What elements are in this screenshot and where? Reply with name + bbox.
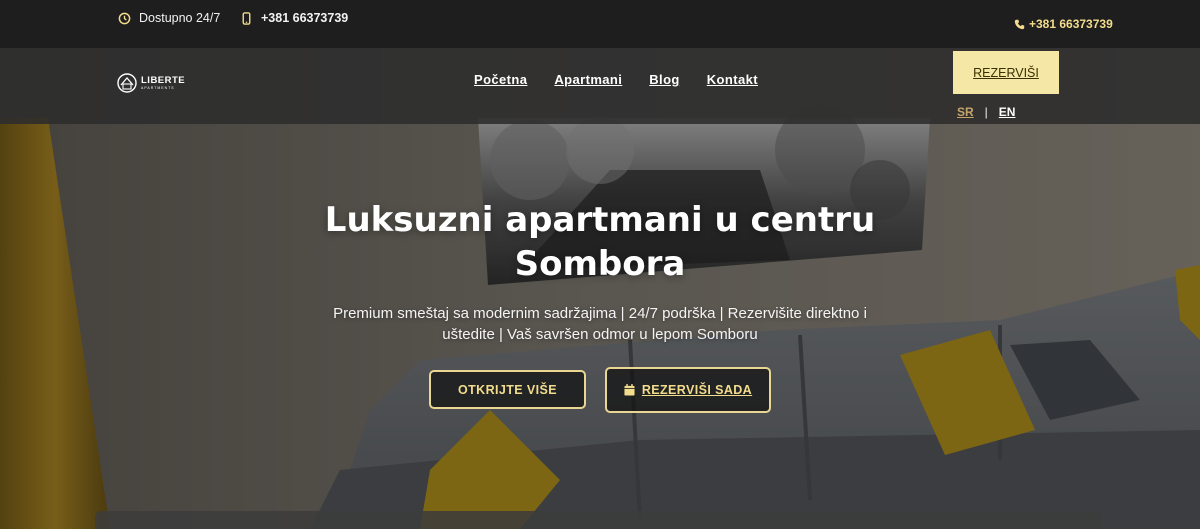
hero-title: Luksuzni apartmani u centru Sombora	[320, 198, 880, 286]
nav-link-apartments[interactable]: Apartmani	[554, 72, 622, 87]
phone-link-left[interactable]: +381 66373739	[240, 11, 348, 25]
main-navbar: LIBERTE APARTMENTS Početna Apartmani Blo…	[0, 48, 1200, 124]
top-info-bar: Dostupno 24/7 +381 66373739 +381 6637373…	[0, 0, 1200, 48]
site-logo[interactable]: LIBERTE APARTMENTS	[117, 73, 185, 93]
clock-icon	[118, 12, 131, 24]
discover-more-button[interactable]: OTKRIJTE VIŠE	[429, 370, 586, 409]
phone-icon	[1014, 19, 1025, 29]
book-now-button[interactable]: REZERVIŠI SADA	[605, 367, 771, 413]
logo-subtext: APARTMENTS	[141, 86, 175, 90]
lang-separator: |	[984, 105, 988, 119]
discover-more-label: OTKRIJTE VIŠE	[458, 382, 557, 397]
calendar-icon	[624, 384, 635, 396]
nav-link-home[interactable]: Početna	[474, 72, 527, 87]
phone-number-right[interactable]: +381 66373739	[1029, 17, 1113, 31]
lang-en-link[interactable]: EN	[999, 105, 1016, 119]
hero-subtitle-line1: Premium smeštaj sa modernim sadržajima |…	[333, 305, 867, 322]
reserve-button[interactable]: REZERVIŠI	[953, 51, 1059, 94]
phone-number-left[interactable]: +381 66373739	[261, 11, 348, 25]
lang-sr-link[interactable]: SR	[957, 105, 974, 119]
hero-title-line1: Luksuzni apartmani u centru	[324, 200, 876, 240]
nav-menu: Početna Apartmani Blog Kontakt	[474, 72, 758, 87]
language-switcher: SR | EN	[957, 105, 1015, 119]
booking-panel-edge	[95, 511, 1102, 529]
nav-link-blog[interactable]: Blog	[649, 72, 679, 87]
hero-subtitle: Premium smeštaj sa modernim sadržajima |…	[330, 303, 870, 345]
mobile-phone-icon	[242, 11, 251, 25]
availability-text: Dostupno 24/7	[139, 11, 221, 25]
hero-subtitle-line2: uštedite | Vaš savršen odmor u lepom Som…	[442, 326, 758, 343]
phone-link-right[interactable]: +381 66373739	[1014, 17, 1113, 31]
availability-info: Dostupno 24/7	[118, 11, 220, 25]
hero-title-line2: Sombora	[514, 244, 686, 284]
book-now-label: REZERVIŠI SADA	[641, 383, 753, 397]
nav-link-contact[interactable]: Kontakt	[707, 72, 758, 87]
logo-text: LIBERTE	[141, 74, 186, 86]
logo-emblem-icon	[117, 73, 137, 93]
